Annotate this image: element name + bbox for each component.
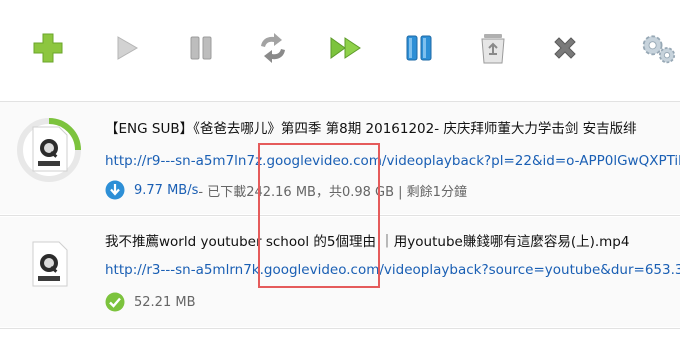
play-icon [117, 36, 138, 60]
recycle-bin-icon [481, 34, 505, 64]
refresh-button[interactable] [255, 30, 291, 66]
divider [0, 215, 680, 216]
remove-button[interactable] [547, 30, 583, 66]
pause-all-icon [406, 35, 432, 61]
divider [0, 328, 680, 329]
download-row[interactable]: 我不推薦world youtuber school 的5個理由 ｜用youtub… [0, 217, 680, 327]
delete-button[interactable] [475, 30, 511, 66]
pause-button[interactable] [183, 30, 219, 66]
close-icon [554, 37, 576, 59]
pause-icon [190, 36, 212, 60]
start-all-button[interactable] [328, 30, 364, 66]
download-row[interactable]: 【ENG SUB】《爸爸去哪儿》第四季 第8期 20161202- 庆庆拜师董大… [0, 102, 680, 214]
checkmark-icon [105, 292, 125, 312]
download-speed: 9.77 MB/s [134, 182, 199, 198]
settings-button[interactable] [640, 30, 680, 66]
plus-icon [33, 33, 63, 63]
quicktime-file-icon [32, 241, 68, 287]
toolbar [0, 0, 680, 100]
download-url[interactable]: http://r9---sn-a5m7ln7z.googlevideo.com/… [105, 153, 680, 169]
fast-forward-icon [330, 37, 361, 59]
download-status: 9.77 MB/s - 已下載242.16 MB，共0.98 GB | 剩餘1分… [105, 180, 467, 200]
download-status: 52.21 MB [105, 292, 195, 312]
download-arrow-icon [105, 180, 125, 200]
start-button[interactable] [108, 30, 144, 66]
download-title: 我不推薦world youtuber school 的5個理由 ｜用youtub… [105, 234, 630, 250]
download-title: 【ENG SUB】《爸爸去哪儿》第四季 第8期 20161202- 庆庆拜师董大… [105, 121, 637, 137]
download-url[interactable]: http://r3---sn-a5mlrn7k.googlevideo.com/… [105, 262, 680, 278]
gears-icon [642, 35, 676, 64]
add-button[interactable] [30, 30, 66, 66]
download-size: 52.21 MB [134, 294, 196, 310]
pause-all-button[interactable] [401, 30, 437, 66]
quicktime-file-icon [32, 126, 68, 172]
refresh-icon [261, 33, 285, 63]
download-progress-text: - 已下載242.16 MB，共0.98 GB | 剩餘1分鐘 [198, 184, 467, 200]
